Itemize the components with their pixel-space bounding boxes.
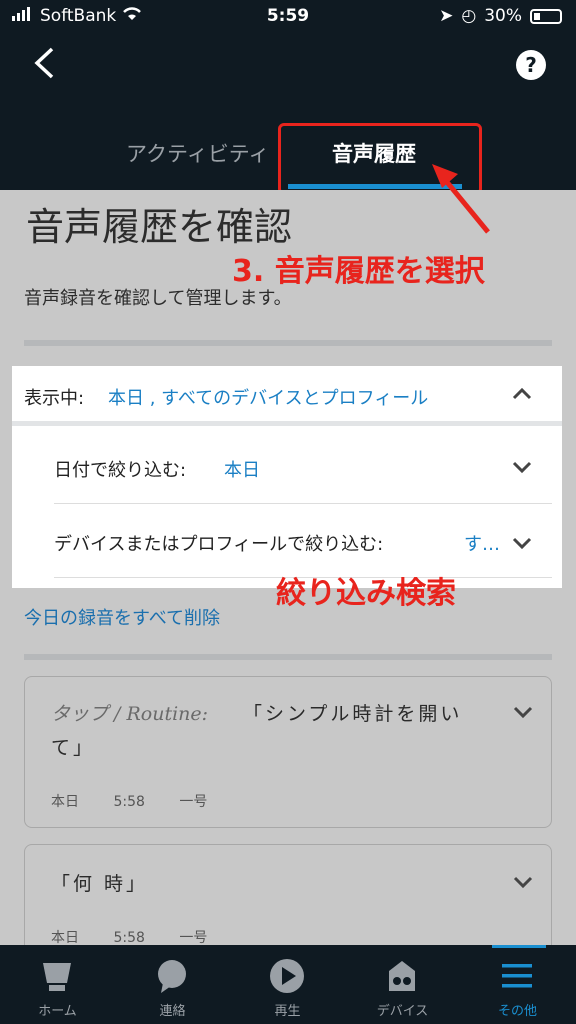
nav-home[interactable]: ホーム	[0, 945, 115, 1024]
recording-date: 本日	[51, 930, 79, 945]
filter-date-label: 日付で絞り込む:	[54, 460, 187, 481]
nav-devices[interactable]: デバイス	[345, 945, 460, 1024]
recording-meta: 本日 5:58 一号	[51, 927, 237, 945]
nav-more[interactable]: その他	[460, 945, 575, 1024]
main-content: 音声履歴を確認 3. 音声履歴を選択 音声録音を確認して管理します。 表示中: …	[0, 190, 576, 945]
divider	[24, 654, 552, 660]
back-button[interactable]	[32, 44, 56, 90]
recording-meta: 本日 5:58 一号	[51, 791, 237, 811]
chevron-left-icon	[34, 47, 54, 79]
recording-card[interactable]: 「何 時」 本日 5:58 一号	[24, 844, 552, 945]
nav-label: 連絡	[159, 1004, 186, 1019]
recording-time: 5:58	[113, 794, 145, 810]
nav-communicate[interactable]: 連絡	[115, 945, 230, 1024]
recording-date: 本日	[51, 794, 79, 810]
chevron-down-icon	[513, 873, 533, 894]
recording-device: 一号	[179, 794, 208, 810]
filter-device-label: デバイスまたはプロフィールで絞り込む:	[54, 534, 384, 555]
page-subtitle: 音声録音を確認して管理します。	[24, 288, 292, 309]
annotation-filter-search: 絞り込み検索	[276, 576, 456, 611]
chevron-down-icon	[512, 458, 532, 479]
home-icon	[43, 963, 71, 991]
nav-label: ホーム	[38, 1004, 77, 1019]
nav-label: デバイス	[376, 1004, 429, 1019]
filter-device-value: す…	[464, 534, 500, 555]
divider	[24, 340, 552, 346]
play-icon	[270, 959, 304, 993]
chat-bubble-icon	[158, 960, 186, 993]
battery-icon	[530, 8, 562, 24]
recording-source: タップ / Routine:	[51, 703, 209, 725]
bottom-navigation: ホーム 連絡 再生 デバイス その他	[0, 945, 576, 1024]
nav-label: その他	[497, 1004, 537, 1019]
menu-icon	[502, 964, 532, 988]
filter-display-label: 表示中:	[24, 388, 85, 409]
filter-summary[interactable]: 表示中: 本日 , すべてのデバイスとプロフィール	[12, 366, 562, 426]
alarm-icon: ◴	[461, 6, 477, 26]
location-icon: ➤	[439, 6, 454, 26]
recording-quote-cont: て」	[51, 737, 96, 759]
recording-time: 5:58	[113, 930, 145, 945]
delete-all-today-link[interactable]: 今日の録音をすべて削除	[24, 604, 220, 630]
page-title: 音声履歴を確認	[26, 205, 293, 249]
nav-label: 再生	[274, 1004, 301, 1019]
recording-device: 一号	[179, 930, 208, 945]
recording-card[interactable]: タップ / Routine: 「シンプル時計を開い て」 本日 5:58 一号	[24, 676, 552, 828]
help-icon: ?	[525, 53, 537, 77]
filter-panel: 表示中: 本日 , すべてのデバイスとプロフィール 日付で絞り込む: 本日 デバ…	[12, 366, 562, 588]
annotation-arrow-icon	[432, 164, 490, 234]
recording-quote: 「シンプル時計を開い	[243, 703, 463, 725]
battery-percent: 30%	[484, 6, 522, 26]
tab-activity[interactable]: アクティビティ	[126, 138, 269, 168]
chevron-up-icon	[512, 384, 532, 405]
chevron-down-icon	[512, 534, 532, 555]
status-bar: SoftBank 5:59 ➤ ◴ 30%	[0, 0, 576, 34]
filter-date-value: 本日	[224, 460, 260, 481]
filter-by-date[interactable]: 日付で絞り込む: 本日	[54, 432, 552, 504]
filter-display-value: 本日 , すべてのデバイスとプロフィール	[108, 388, 429, 409]
devices-icon	[389, 961, 415, 991]
help-button[interactable]: ?	[516, 50, 546, 80]
chevron-down-icon	[513, 703, 533, 724]
recording-quote: 「何 時」	[51, 873, 149, 895]
nav-play[interactable]: 再生	[230, 945, 345, 1024]
